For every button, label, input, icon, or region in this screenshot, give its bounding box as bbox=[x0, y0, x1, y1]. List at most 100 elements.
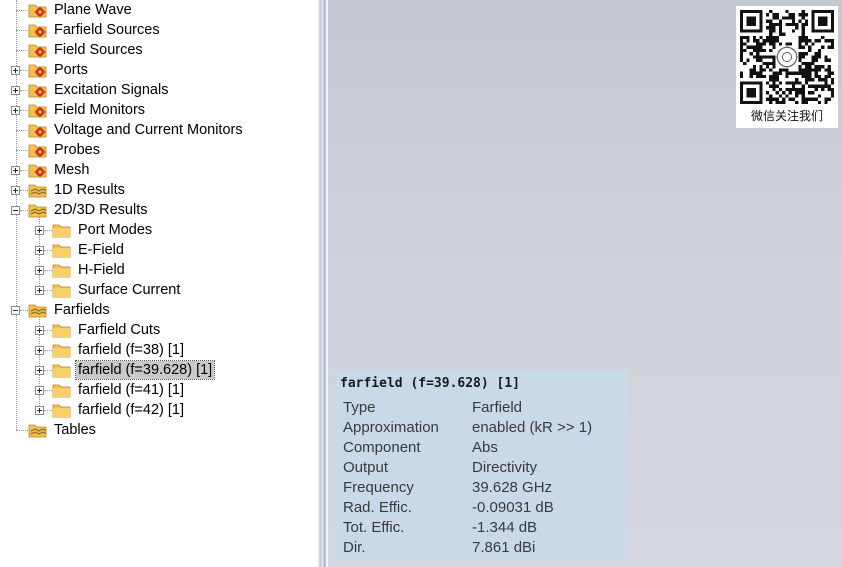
tree-item[interactable]: farfield (f=38) [1] bbox=[52, 340, 186, 360]
qr-code-icon bbox=[740, 10, 834, 104]
tree-item-label: Port Modes bbox=[78, 222, 153, 238]
tree-item[interactable]: Farfield Sources bbox=[28, 20, 162, 40]
tree-item[interactable]: Probes bbox=[28, 140, 102, 160]
tree-item-label: Farfield Sources bbox=[54, 22, 160, 38]
info-title: farfield (f=39.628) [1] bbox=[340, 376, 521, 391]
tree-item[interactable]: Voltage and Current Monitors bbox=[28, 120, 245, 140]
tree-item[interactable]: Field Sources bbox=[28, 40, 145, 60]
tree-item-label: Farfield Cuts bbox=[78, 322, 161, 338]
info-row: Component Abs bbox=[340, 438, 621, 458]
source-folder-icon bbox=[28, 2, 48, 18]
tree-item[interactable]: Farfields bbox=[28, 300, 112, 320]
expand-farfield-38[interactable] bbox=[35, 346, 44, 355]
results-folder-icon bbox=[28, 182, 48, 198]
expand-farfield-42[interactable] bbox=[35, 406, 44, 415]
tree-item[interactable]: 2D/3D Results bbox=[28, 200, 149, 220]
tree-item[interactable]: E-Field bbox=[52, 240, 126, 260]
info-value: 39.628 GHz bbox=[472, 479, 553, 496]
tree-item-label: Field Monitors bbox=[54, 102, 146, 118]
expand-mesh[interactable] bbox=[11, 166, 20, 175]
source-folder-icon bbox=[28, 22, 48, 38]
tree-item-label: Plane Wave bbox=[54, 2, 132, 18]
info-row: Output Directivity bbox=[340, 458, 621, 478]
tree-item[interactable]: 1D Results bbox=[28, 180, 127, 200]
info-row: Type Farfield bbox=[340, 398, 621, 418]
info-key: Dir. bbox=[343, 539, 366, 556]
tree-item-label: Probes bbox=[54, 142, 100, 158]
info-row: Tot. Effic. -1.344 dB bbox=[340, 518, 621, 538]
expand-farfield-cuts[interactable] bbox=[35, 326, 44, 335]
tree-item-label: E-Field bbox=[78, 242, 124, 258]
info-value: -1.344 dB bbox=[472, 519, 538, 536]
folder-icon bbox=[52, 382, 72, 398]
source-folder-icon bbox=[28, 82, 48, 98]
tree-item[interactable]: Farfield Cuts bbox=[52, 320, 162, 340]
info-key: Output bbox=[343, 459, 389, 476]
results-folder-icon bbox=[28, 302, 48, 318]
info-key: Type bbox=[343, 399, 376, 416]
tree-item[interactable]: Ports bbox=[28, 60, 90, 80]
info-key: Component bbox=[343, 439, 421, 456]
expand-farfield-41[interactable] bbox=[35, 386, 44, 395]
tree-item[interactable]: farfield (f=39.628) [1] bbox=[52, 360, 216, 380]
folder-icon bbox=[52, 362, 72, 378]
info-key: Tot. Effic. bbox=[343, 519, 405, 536]
tree-item[interactable]: Plane Wave bbox=[28, 0, 134, 20]
folder-icon bbox=[52, 342, 72, 358]
tree-item[interactable]: Port Modes bbox=[52, 220, 154, 240]
info-key: Approximation bbox=[343, 419, 439, 436]
tree-item-label: Tables bbox=[54, 422, 96, 438]
collapse-farfields[interactable] bbox=[11, 306, 20, 315]
folder-icon bbox=[52, 242, 72, 258]
info-value: Farfield bbox=[472, 399, 523, 416]
tree-item-label: 1D Results bbox=[54, 182, 125, 198]
info-value: 7.861 dBi bbox=[472, 539, 536, 556]
tree-item[interactable]: Mesh bbox=[28, 160, 91, 180]
source-folder-icon bbox=[28, 162, 48, 178]
tree-item[interactable]: H-Field bbox=[52, 260, 127, 280]
tree-item-label: farfield (f=41) [1] bbox=[78, 382, 184, 398]
info-key: Rad. Effic. bbox=[343, 499, 412, 516]
tree-item-label: Surface Current bbox=[78, 282, 181, 298]
tree-item[interactable]: farfield (f=42) [1] bbox=[52, 400, 186, 420]
tree-item[interactable]: Excitation Signals bbox=[28, 80, 170, 100]
folder-icon bbox=[52, 402, 72, 418]
folder-icon bbox=[52, 282, 72, 298]
tree-item-label: Field Sources bbox=[54, 42, 143, 58]
panel-splitter[interactable] bbox=[318, 0, 328, 567]
source-folder-icon bbox=[28, 142, 48, 158]
source-folder-icon bbox=[28, 62, 48, 78]
tree-item-label: farfield (f=39.628) [1] bbox=[74, 360, 216, 380]
tree-item-label: farfield (f=42) [1] bbox=[78, 402, 184, 418]
info-row: Frequency 39.628 GHz bbox=[340, 478, 621, 498]
expand-h-field[interactable] bbox=[35, 266, 44, 275]
results-folder-icon bbox=[28, 202, 48, 218]
expand-port-modes[interactable] bbox=[35, 226, 44, 235]
folder-icon bbox=[52, 322, 72, 338]
info-row: Dir. 7.861 dBi bbox=[340, 538, 621, 558]
expand-e-field[interactable] bbox=[35, 246, 44, 255]
expand-farfield-39-628[interactable] bbox=[35, 366, 44, 375]
collapse-2d3d-results[interactable] bbox=[11, 206, 20, 215]
info-value: -0.09031 dB bbox=[472, 499, 554, 516]
expand-surface-current[interactable] bbox=[35, 286, 44, 295]
folder-icon bbox=[52, 262, 72, 278]
tree-item[interactable]: Field Monitors bbox=[28, 100, 147, 120]
expand-ports[interactable] bbox=[11, 66, 20, 75]
results-folder-icon bbox=[28, 422, 48, 438]
tree-item[interactable]: Tables bbox=[28, 420, 98, 440]
info-value: Abs bbox=[472, 439, 498, 456]
expand-excitation-signals[interactable] bbox=[11, 86, 20, 95]
info-value: Directivity bbox=[472, 459, 538, 476]
tree-item-label: H-Field bbox=[78, 262, 125, 278]
tree-item[interactable]: farfield (f=41) [1] bbox=[52, 380, 186, 400]
source-folder-icon bbox=[28, 42, 48, 58]
farfield-info-panel: farfield (f=39.628) [1] Type Farfield App… bbox=[334, 370, 627, 560]
info-row: Rad. Effic. -0.09031 dB bbox=[340, 498, 621, 518]
tree-item-label: 2D/3D Results bbox=[54, 202, 148, 218]
expand-1d-results[interactable] bbox=[11, 186, 20, 195]
tree-item-label: farfield (f=38) [1] bbox=[78, 342, 184, 358]
info-key: Frequency bbox=[343, 479, 414, 496]
expand-field-monitors[interactable] bbox=[11, 106, 20, 115]
tree-item[interactable]: Surface Current bbox=[52, 280, 182, 300]
